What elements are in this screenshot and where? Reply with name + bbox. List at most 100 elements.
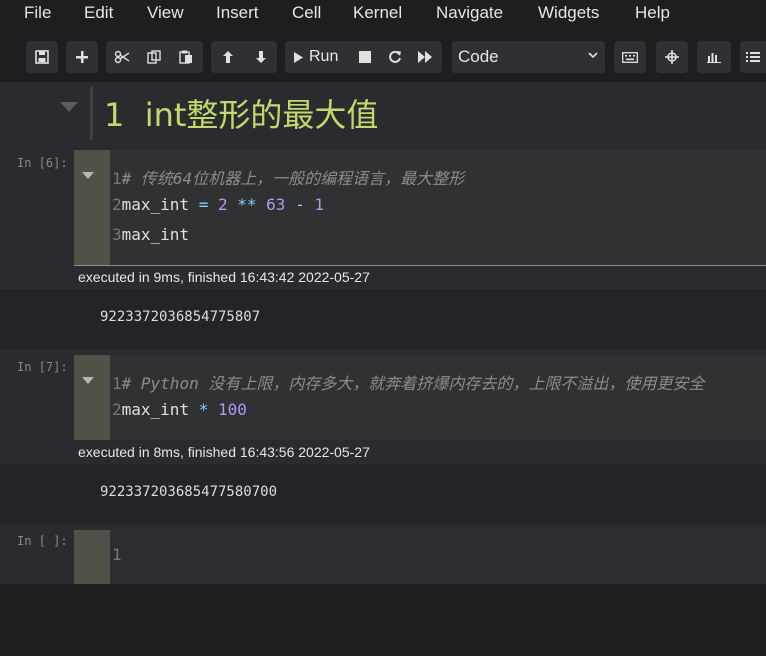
save-icon (35, 50, 49, 64)
cell-gutter (74, 530, 110, 584)
paste-icon (179, 50, 192, 64)
line-number: 1 (112, 374, 122, 393)
code-line: 1 (112, 545, 122, 564)
arrow-up-icon (222, 51, 233, 63)
code-editor[interactable] (110, 355, 766, 440)
line-number: 2 (112, 195, 122, 214)
line-number: 1 (112, 545, 122, 564)
save-button[interactable] (26, 41, 58, 73)
code-token: 63 (266, 195, 286, 214)
cell-gutter (74, 355, 110, 440)
code-token: max_int (121, 195, 199, 214)
code-editor[interactable] (110, 530, 766, 584)
code-line: 2max_int * 100 (112, 400, 247, 419)
toolbar: Run Code (0, 30, 766, 82)
execution-info: executed in 9ms, finished 16:43:42 2022-… (78, 269, 370, 285)
table-of-contents-button[interactable] (740, 41, 766, 73)
collapse-triangle-icon[interactable] (60, 102, 78, 112)
move-down-button[interactable] (244, 41, 277, 73)
collapse-caret-icon[interactable] (82, 172, 94, 180)
code-token: ** (237, 195, 257, 214)
line-number: 3 (112, 225, 122, 244)
code-token: # 传统64位机器上，一般的编程语言，最大整形 (121, 169, 465, 188)
edit-button-group (106, 41, 203, 73)
command-palette-button[interactable] (614, 41, 646, 73)
menu-kernel[interactable]: Kernel (353, 3, 402, 23)
copy-button[interactable] (138, 41, 170, 73)
menu-insert[interactable]: Insert (216, 3, 259, 23)
output-text: 922337203685477580700 (100, 484, 278, 500)
input-prompt: In [7]: (17, 360, 68, 374)
paste-button[interactable] (170, 41, 202, 73)
move-button-group (211, 41, 277, 73)
heading-title: 1 int整形的最大值 (104, 90, 378, 136)
scissors-icon (114, 50, 130, 64)
menu-edit[interactable]: Edit (84, 3, 113, 23)
menu-view[interactable]: View (147, 3, 184, 23)
chart-button[interactable] (697, 41, 731, 73)
markdown-heading-cell[interactable]: 1 int整形的最大值 (0, 82, 766, 144)
menu-navigate[interactable]: Navigate (436, 3, 503, 23)
input-prompt: In [6]: (17, 156, 68, 170)
restart-button[interactable] (381, 41, 409, 73)
run-button-group: Run (285, 41, 442, 73)
cell-type-value: Code (458, 47, 499, 66)
plus-icon (76, 51, 88, 63)
code-token: 1 (314, 195, 324, 214)
move-selection-button[interactable] (656, 41, 688, 73)
code-line: 2max_int = 2 ** 63 - 1 (112, 195, 324, 214)
menu-widgets[interactable]: Widgets (538, 3, 599, 23)
restart-icon (389, 50, 401, 63)
crosshair-icon (665, 50, 679, 64)
execution-info: executed in 8ms, finished 16:43:56 2022-… (78, 444, 370, 460)
arrow-down-icon (255, 51, 266, 63)
code-line: 3max_int (112, 225, 189, 244)
interrupt-button[interactable] (351, 41, 379, 73)
heading-number: 1 (104, 96, 125, 134)
move-up-button[interactable] (211, 41, 244, 73)
run-label: Run (309, 48, 339, 65)
fast-forward-icon (418, 51, 432, 63)
bar-chart-icon (707, 53, 721, 63)
insert-cell-button[interactable] (66, 41, 98, 73)
menu-bar: File Edit View Insert Cell Kernel Naviga… (0, 0, 766, 30)
code-token: max_int (121, 400, 199, 419)
code-token: 2 (217, 195, 228, 214)
cell-divider (90, 86, 93, 140)
cell-gutter (74, 150, 110, 266)
restart-run-all-button[interactable] (411, 41, 439, 73)
code-token: - (295, 195, 305, 214)
exec-divider (74, 265, 766, 266)
output-text: 9223372036854775807 (100, 309, 261, 325)
code-token: # Python 没有上限，内存多大，就奔着挤爆内存去的，上限不溢出，使用更安全 (121, 374, 705, 393)
code-token: max_int (121, 225, 190, 244)
menu-cell[interactable]: Cell (292, 3, 321, 23)
keyboard-icon (622, 51, 638, 63)
menu-file[interactable]: File (24, 3, 51, 23)
code-token: * (198, 400, 209, 419)
heading-text: int整形的最大值 (144, 96, 379, 134)
input-prompt: In [ ]: (17, 534, 68, 548)
collapse-caret-icon[interactable] (82, 377, 94, 385)
run-button[interactable]: Run (289, 41, 347, 73)
code-line: 1# Python 没有上限，内存多大，就奔着挤爆内存去的，上限不溢出，使用更安… (112, 370, 704, 394)
code-line: 1# 传统64位机器上，一般的编程语言，最大整形 (112, 165, 464, 189)
list-icon (746, 52, 760, 62)
cut-button[interactable] (106, 41, 138, 73)
code-token: = (198, 195, 209, 214)
code-token: 100 (217, 400, 247, 419)
menu-help[interactable]: Help (635, 3, 670, 23)
play-icon (294, 51, 303, 63)
chevron-down-icon (588, 52, 598, 59)
line-number: 1 (112, 169, 122, 188)
cell-type-select[interactable]: Code (452, 41, 605, 73)
stop-icon (359, 51, 371, 63)
copy-icon (147, 50, 161, 64)
line-number: 2 (112, 400, 122, 419)
